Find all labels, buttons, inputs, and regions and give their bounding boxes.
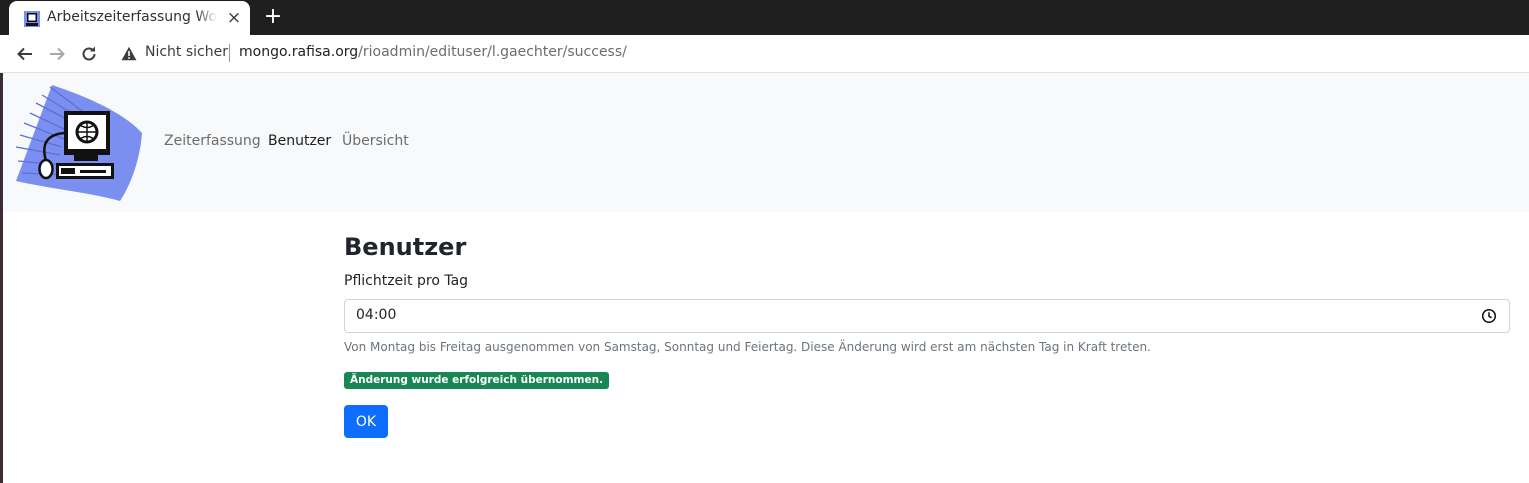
ok-button[interactable]: OK (344, 405, 388, 438)
nav-link-benutzer[interactable]: Benutzer (268, 133, 331, 149)
reload-icon[interactable] (79, 44, 99, 64)
computer-logo-icon[interactable] (12, 81, 144, 203)
tab-close-icon[interactable]: × (225, 9, 243, 27)
site-navbar: Zeiterfassung Benutzer Übersicht (3, 73, 1529, 212)
nav-link-uebersicht[interactable]: Übersicht (342, 133, 409, 149)
pflichtzeit-time-input[interactable]: 04:00 (344, 299, 1510, 333)
browser-tab-bar: Arbeitszeiterfassung Wohn × + (0, 0, 1529, 35)
site-favicon-icon (24, 11, 40, 27)
address-bar[interactable]: Nicht sicher mongo.rafisa.org/rioadmin/e… (114, 37, 1528, 69)
browser-tab[interactable]: Arbeitszeiterfassung Wohn × (9, 1, 250, 35)
url-text[interactable]: mongo.rafisa.org/rioadmin/edituser/l.gae… (239, 44, 627, 60)
new-tab-button[interactable]: + (262, 6, 284, 28)
tab-title: Arbeitszeiterfassung Wohn (47, 9, 217, 25)
clock-icon[interactable] (1481, 308, 1497, 324)
time-input-value[interactable]: 04:00 (356, 307, 396, 323)
browser-toolbar: Nicht sicher mongo.rafisa.org/rioadmin/e… (0, 35, 1529, 73)
url-path: /rioadmin/edituser/l.gaechter/success/ (358, 44, 627, 60)
success-badge: Änderung wurde erfolgreich übernommen. (344, 372, 610, 389)
field-label-pflichtzeit: Pflichtzeit pro Tag (344, 273, 469, 289)
help-text: Von Montag bis Freitag ausgenommen von S… (344, 340, 1151, 354)
back-arrow-icon[interactable] (15, 44, 35, 64)
url-host: mongo.rafisa.org (239, 44, 359, 60)
forward-arrow-icon[interactable] (47, 44, 67, 64)
address-bar-divider (229, 44, 230, 62)
warning-icon[interactable] (121, 46, 137, 61)
page-title: Benutzer (344, 233, 467, 261)
nav-link-zeiterfassung[interactable]: Zeiterfassung (164, 133, 261, 149)
security-status-label[interactable]: Nicht sicher (145, 44, 228, 60)
